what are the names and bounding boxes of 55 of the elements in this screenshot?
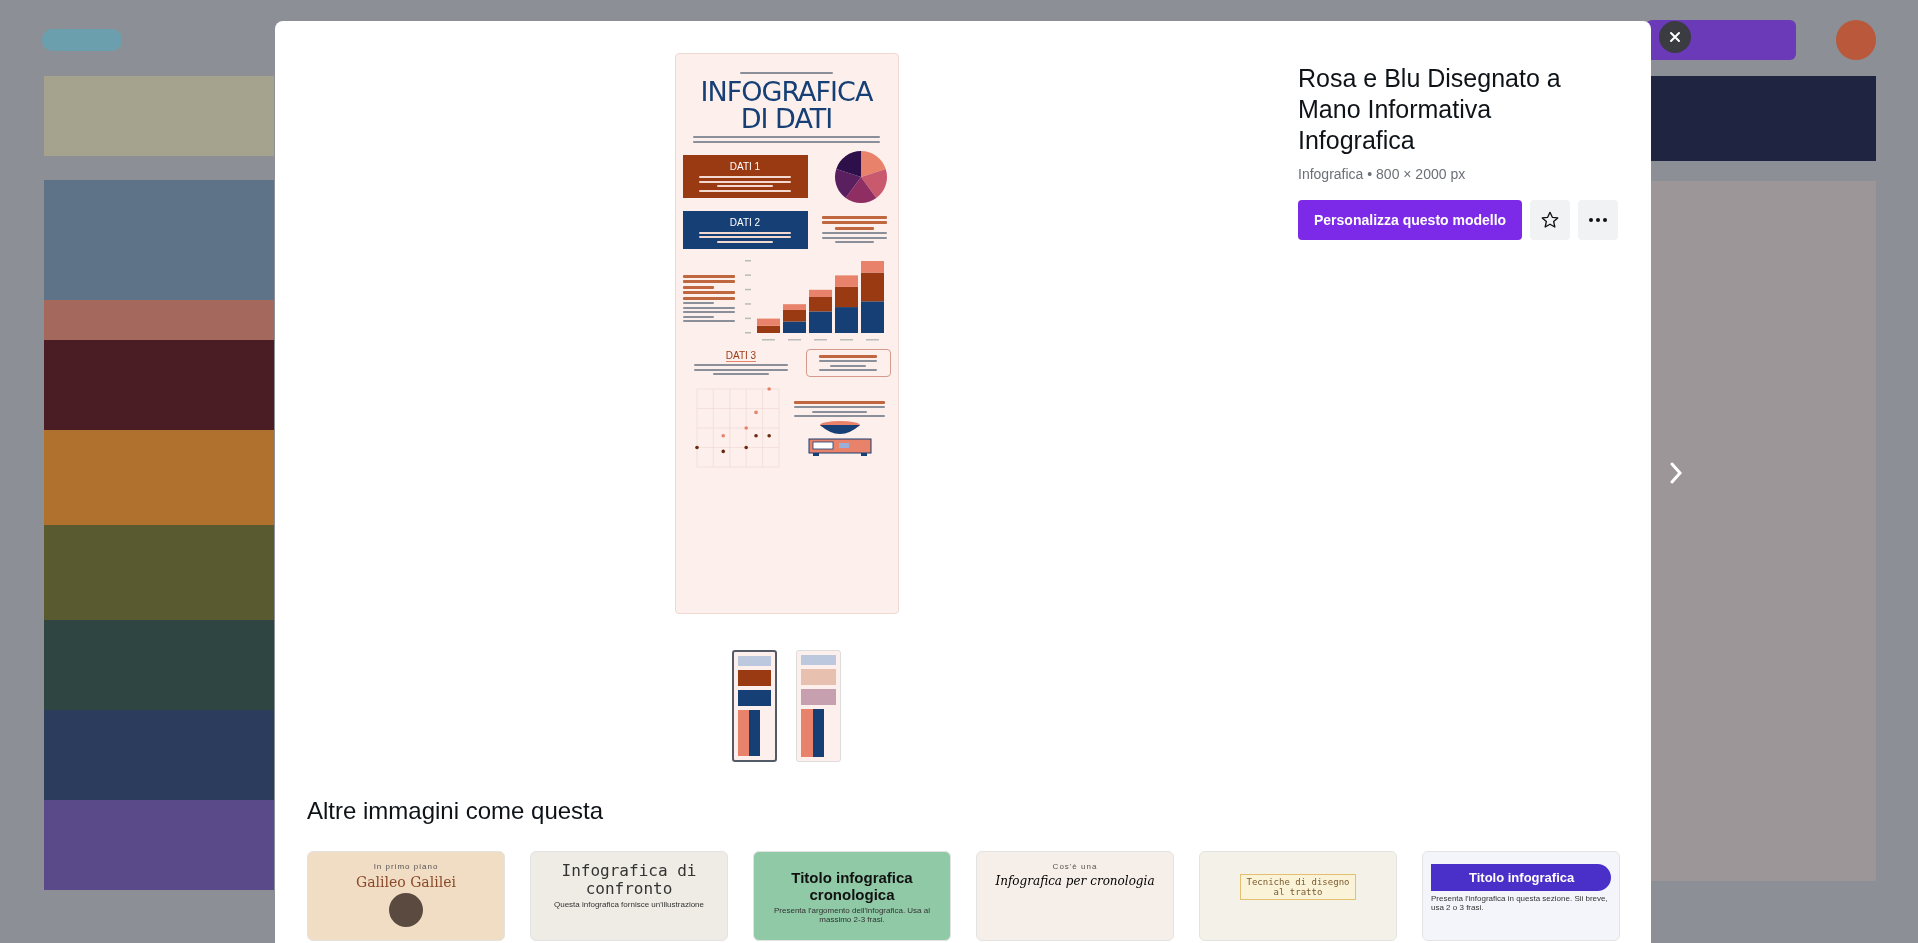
- data-point: [720, 434, 725, 438]
- card-kicker: Cos'è una: [1052, 862, 1098, 871]
- bar-segment: [834, 306, 858, 333]
- card-title: Infografica per cronologia: [995, 874, 1155, 888]
- card-title: Galileo Galilei: [356, 874, 456, 890]
- close-icon: [1669, 31, 1681, 43]
- text-lines-drawing: [682, 274, 735, 323]
- template-card[interactable]: Tecniche di disegno al tratto: [1199, 851, 1397, 941]
- more-icon: [1589, 218, 1608, 222]
- portrait-placeholder: [389, 893, 423, 927]
- data-point: [766, 434, 771, 438]
- data-point: [694, 445, 699, 450]
- axis-label-mark: [744, 331, 751, 333]
- template-card[interactable]: Titolo infografica cronologica Presenta l'argomento dell'infografica. Usa al massimo 2-3 frasi.: [753, 851, 951, 941]
- data-point: [743, 445, 748, 450]
- card-caption: Presenta l'infografica in questa sezione. Sii breve, usa 2 o 3 frasi.: [1431, 894, 1609, 912]
- more-options-button[interactable]: [1578, 200, 1619, 240]
- customize-button[interactable]: Personalizza questo modello: [1298, 200, 1523, 240]
- template-card[interactable]: Infografica di confronto Questa infografica fornisce un'illustrazione: [530, 851, 728, 941]
- axis-label-mark: [813, 338, 827, 340]
- data-point: [753, 434, 758, 438]
- bar-segment: [860, 300, 884, 333]
- template-card[interactable]: Titolo infografica Presenta l'infografica in questa sezione. Sii breve, usa 2 o 3 frasi.: [1422, 851, 1620, 941]
- axis-label-mark: [744, 259, 751, 261]
- block-heading: DATI 2: [728, 216, 762, 228]
- section-heading: DATI 3: [725, 350, 757, 363]
- star-icon: [1540, 210, 1561, 230]
- data-point: [753, 410, 758, 415]
- page-thumbnail[interactable]: [732, 650, 777, 762]
- axis-label-mark: [787, 338, 801, 340]
- axis-label-mark: [761, 338, 775, 340]
- data-point: [766, 387, 771, 391]
- template-title: Rosa e Blu Disegnato a Mano Informativa Infografica: [1298, 63, 1562, 156]
- card-title: Tecniche di disegno al tratto: [1240, 874, 1356, 900]
- card-kicker: In primo piano: [373, 862, 439, 871]
- axis-label-mark: [744, 273, 751, 276]
- block-heading: DATI 1: [728, 161, 762, 173]
- axis-label-mark: [865, 338, 879, 340]
- card-title: Titolo infografica cronologica: [790, 870, 914, 903]
- template-card[interactable]: In primo piano Galileo Galilei: [307, 851, 505, 941]
- card-title: Titolo infografica: [1431, 864, 1611, 891]
- section-heading: Altre immagini come questa: [306, 796, 605, 825]
- template-meta: Infografica • 800 × 2000 px: [1298, 166, 1467, 182]
- card-caption: Presenta l'argomento dell'infografica. Usa al massimo 2-3 frasi.: [773, 906, 931, 924]
- favorite-button[interactable]: [1530, 200, 1571, 240]
- card-caption: Questa infografica fornisce un'illustrazione: [553, 900, 705, 910]
- preview-title: INFOGRAFICA DI DATI: [699, 78, 874, 132]
- axis-label-mark: [839, 338, 853, 340]
- axis-label-mark: [744, 288, 751, 290]
- axis-label-mark: [744, 302, 751, 305]
- template-card[interactable]: Cos'è una Infografica per cronologia: [976, 851, 1174, 941]
- axis-label-mark: [744, 317, 751, 319]
- card-title: Infografica di confronto: [560, 862, 698, 898]
- data-point: [720, 449, 725, 454]
- data-point: [743, 426, 748, 430]
